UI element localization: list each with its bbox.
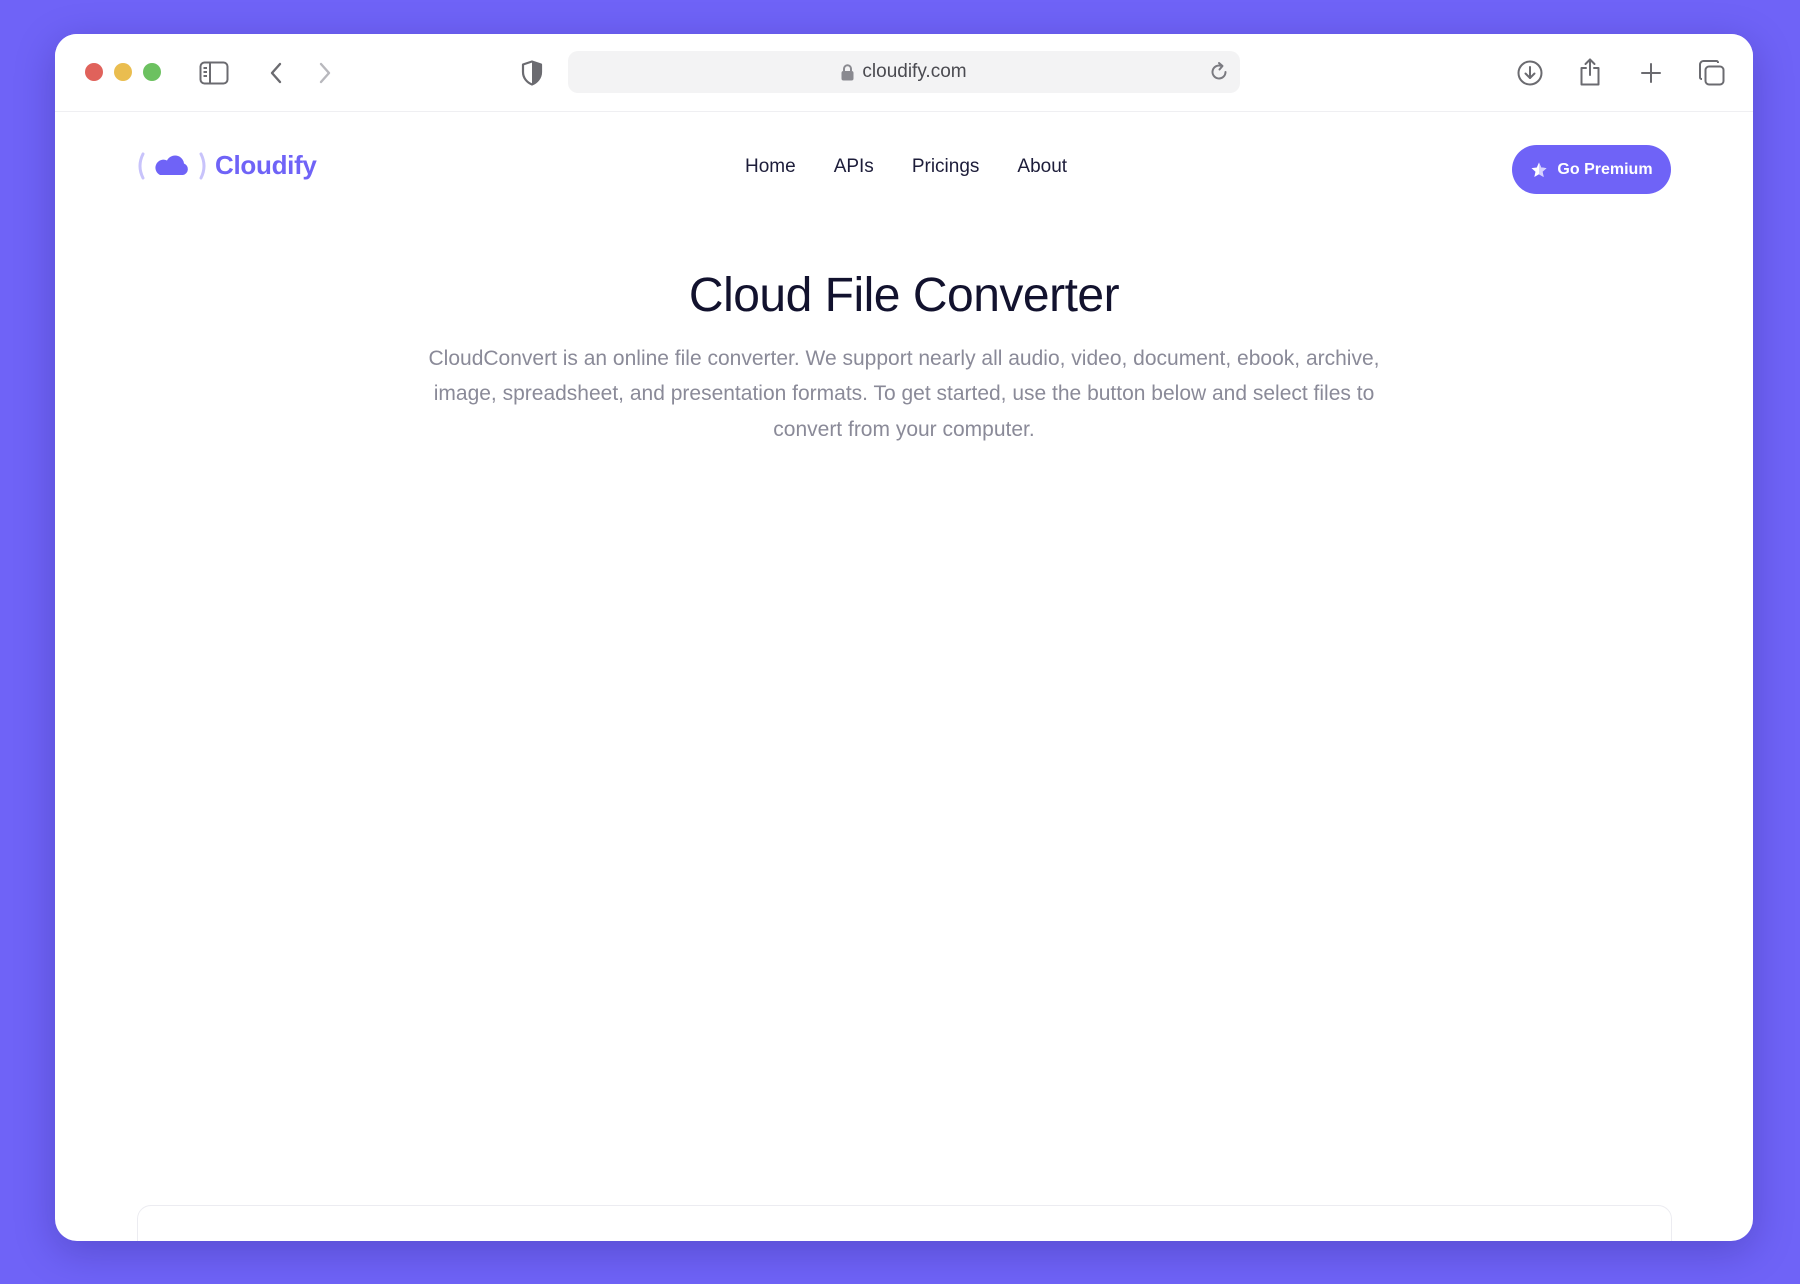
tabs-icon[interactable] — [1695, 56, 1729, 90]
close-window-button[interactable] — [85, 63, 103, 81]
browser-toolbar: cloudify.com — [55, 34, 1753, 112]
url-text: cloudify.com — [862, 61, 967, 82]
nav-home[interactable]: Home — [745, 156, 796, 178]
cloud-logo-icon — [137, 151, 207, 181]
minimize-window-button[interactable] — [114, 63, 132, 81]
nav-about[interactable]: About — [1017, 156, 1067, 178]
hero-description: CloudConvert is an online file converter… — [428, 346, 1380, 441]
share-icon[interactable] — [1573, 54, 1607, 90]
download-icon[interactable] — [1513, 56, 1547, 90]
converter-card — [137, 1205, 1672, 1241]
logo-text: Cloudify — [215, 150, 317, 180]
chevron-right-icon[interactable] — [308, 56, 342, 90]
hero-section: Cloud File Converter CloudConvert is an … — [55, 269, 1753, 447]
chevron-left-icon[interactable] — [259, 56, 293, 90]
maximize-window-button[interactable] — [143, 63, 161, 81]
shield-icon[interactable] — [514, 55, 550, 91]
go-premium-label: Go Premium — [1557, 160, 1653, 178]
address-bar[interactable]: cloudify.com — [568, 51, 1240, 93]
page-title: Cloud File Converter — [688, 269, 1120, 322]
main-nav: Home APIs Pricings About — [745, 156, 1067, 178]
browser-window: cloudify.com Cloudify Home APIs Pricings… — [55, 34, 1753, 1241]
sidebar-icon[interactable] — [197, 56, 231, 90]
site-header: Cloudify Home APIs Pricings About Go Pre… — [55, 112, 1753, 222]
sparkle-star-icon — [1530, 161, 1548, 179]
plus-icon[interactable] — [1634, 56, 1668, 90]
go-premium-button[interactable]: Go Premium — [1512, 145, 1671, 194]
reload-icon[interactable] — [1208, 61, 1230, 83]
nav-apis[interactable]: APIs — [834, 156, 874, 178]
lock-icon — [841, 63, 854, 81]
nav-pricings[interactable]: Pricings — [912, 156, 980, 178]
logo[interactable]: Cloudify — [137, 150, 317, 181]
